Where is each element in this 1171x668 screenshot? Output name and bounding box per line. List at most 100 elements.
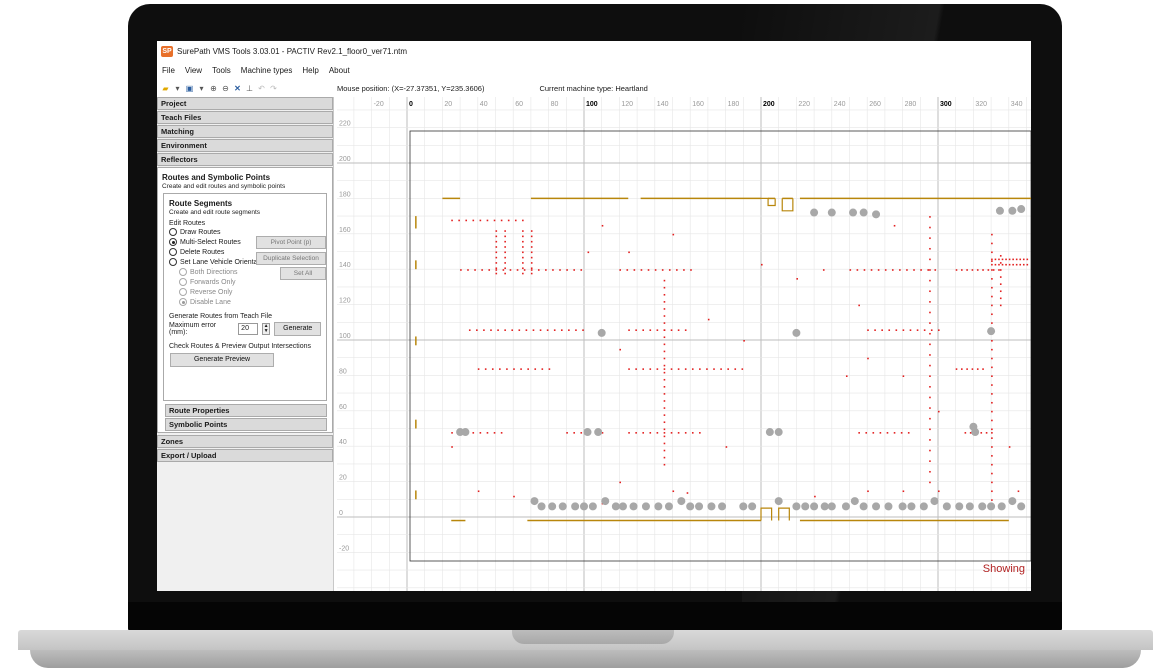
reflector-icon: [827, 502, 836, 511]
route-point: [929, 332, 931, 335]
route-point: [1022, 263, 1025, 266]
radio-button[interactable]: [179, 298, 187, 306]
route-point: [991, 490, 993, 493]
route-point: [938, 410, 940, 413]
route-point: [991, 242, 993, 245]
reflector-icon: [629, 502, 638, 511]
reflector-icon: [810, 208, 819, 217]
fit-icon[interactable]: ✕: [233, 84, 242, 93]
zoom-out-icon[interactable]: ⊖: [221, 84, 230, 93]
map-canvas[interactable]: -20 0 20 40 60 80 100 120 140 160 180 200 220 240 260 2…: [337, 97, 1031, 591]
menu-tools[interactable]: Tools: [207, 66, 236, 75]
dropdown-arrow-icon[interactable]: ▾: [197, 84, 206, 93]
panel-export-upload[interactable]: Export / Upload: [157, 449, 333, 462]
route-point: [663, 378, 666, 381]
title-bar: SP SurePath VMS Tools 3.03.01 - PACTIV R…: [157, 41, 1031, 61]
route-point: [676, 269, 678, 271]
panel-symbolic-points[interactable]: Symbolic Points: [165, 418, 327, 431]
route-point: [663, 301, 666, 303]
undo-icon[interactable]: ↶: [257, 84, 266, 93]
route-point: [656, 368, 659, 370]
radio-button[interactable]: [169, 258, 177, 266]
panel-matching[interactable]: Matching: [157, 125, 333, 138]
duplicate-selection-button[interactable]: Duplicate Selection: [256, 252, 326, 265]
route-point: [991, 357, 993, 360]
showing-label: Showing: [983, 563, 1025, 575]
route-point: [906, 269, 908, 271]
menu-machine-types[interactable]: Machine types: [236, 66, 298, 75]
radio-disable-lane[interactable]: Disable Lane: [179, 297, 321, 307]
spinner-arrows-icon[interactable]: ▲ ▼: [261, 323, 271, 335]
route-point: [559, 269, 561, 271]
route-point: [541, 368, 544, 370]
route-point: [530, 246, 533, 248]
route-point: [546, 329, 549, 331]
segments-title: Route Segments: [169, 199, 233, 208]
reflector-icon: [995, 206, 1004, 215]
route-point: [495, 256, 498, 259]
route-point: [663, 432, 666, 434]
route-point: [902, 375, 905, 377]
redo-icon[interactable]: ↷: [269, 84, 278, 93]
reflector-icon: [461, 428, 470, 437]
save-icon[interactable]: ▣: [185, 84, 194, 93]
menu-help[interactable]: Help: [297, 66, 323, 75]
radio-button[interactable]: [169, 248, 177, 256]
route-point: [672, 490, 675, 493]
route-point: [991, 348, 993, 351]
route-point: [500, 219, 503, 222]
generate-button[interactable]: Generate: [274, 322, 322, 336]
menu-view[interactable]: View: [180, 66, 207, 75]
panel-reflectors[interactable]: Reflectors: [157, 153, 333, 166]
radio-button[interactable]: [179, 288, 187, 296]
reflector-icon: [739, 502, 748, 511]
route-point: [858, 304, 860, 307]
route-point: [628, 368, 630, 370]
measure-icon[interactable]: ⊥: [245, 84, 254, 93]
route-point: [1012, 263, 1014, 266]
radio-button[interactable]: [179, 268, 187, 276]
route-point: [642, 432, 645, 434]
panel-project[interactable]: Project: [157, 97, 333, 110]
radio-button[interactable]: [169, 238, 177, 246]
route-point: [881, 329, 883, 331]
route-point: [568, 329, 570, 331]
route-point: [907, 432, 910, 434]
route-point: [522, 235, 524, 238]
open-folder-icon[interactable]: ▰: [161, 84, 170, 93]
panel-route-properties[interactable]: Route Properties: [165, 404, 327, 417]
panel-environment[interactable]: Environment: [157, 139, 333, 152]
route-point: [991, 432, 993, 434]
reflector-icon: [530, 497, 539, 506]
pivot-point-button[interactable]: Pivot Point (p): [256, 236, 326, 249]
zoom-in-icon[interactable]: ⊕: [209, 84, 218, 93]
radio-button[interactable]: [179, 278, 187, 286]
route-point: [913, 269, 915, 271]
panel-teach-files[interactable]: Teach Files: [157, 111, 333, 124]
generate-preview-button[interactable]: Generate Preview: [170, 353, 274, 367]
route-point: [929, 322, 931, 324]
route-point: [1008, 446, 1011, 448]
route-point: [530, 235, 533, 238]
menu-about[interactable]: About: [324, 66, 355, 75]
route-point: [991, 233, 993, 236]
y-tick-label: 120: [339, 298, 351, 305]
reflector-icon: [1017, 205, 1026, 214]
route-point: [504, 251, 506, 254]
set-all-button[interactable]: Set All: [280, 267, 326, 280]
max-error-input[interactable]: 20: [238, 323, 258, 335]
route-point: [991, 278, 993, 280]
route-point: [929, 428, 931, 431]
route-point: [642, 368, 645, 370]
route-point: [707, 318, 710, 321]
reflector-icon: [987, 502, 996, 511]
route-point: [886, 432, 889, 434]
panel-zones[interactable]: Zones: [157, 435, 333, 448]
dropdown-arrow-icon[interactable]: ▾: [173, 84, 182, 93]
radio-button[interactable]: [169, 228, 177, 236]
route-point: [991, 313, 993, 316]
menu-file[interactable]: File: [157, 66, 180, 75]
reflector-icon: [611, 502, 620, 511]
reflector-icon: [997, 502, 1006, 511]
radio-reverse-only[interactable]: Reverse Only: [179, 287, 321, 297]
